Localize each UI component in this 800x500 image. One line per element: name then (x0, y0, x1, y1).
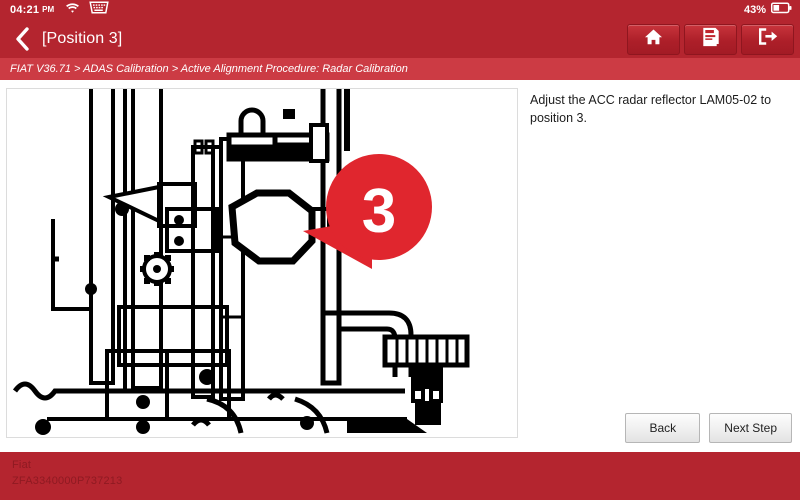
status-time: 04:21 (10, 3, 40, 16)
status-time-ampm: PM (42, 5, 55, 14)
status-battery-group: 43% (744, 1, 792, 19)
next-step-button[interactable]: Next Step (709, 413, 792, 443)
callout-number: 3 (362, 177, 396, 246)
battery-icon (770, 1, 792, 19)
app-root: 04:21 PM 43% [Position 3] FIAT V36.71 > … (0, 0, 800, 500)
exit-button[interactable] (741, 23, 794, 55)
toolbar-button-group (627, 23, 794, 55)
instruction-panel: Adjust the ACC radar reflector LAM05-02 … (518, 88, 800, 452)
exit-icon (757, 27, 778, 51)
calibration-diagram: 3 (12, 89, 470, 435)
report-document-icon (702, 27, 720, 52)
diagram-panel: 3 (6, 88, 518, 438)
status-icon-group (65, 1, 109, 19)
keyboard-icon (89, 1, 109, 19)
battery-percent-label: 43% (743, 3, 766, 16)
page-title: [Position 3] (42, 30, 123, 47)
back-chevron-icon[interactable] (10, 26, 34, 52)
back-button[interactable]: Back (625, 413, 701, 443)
report-button[interactable] (684, 23, 737, 55)
title-bar: [Position 3] (0, 20, 800, 58)
vin-label: ZFA3340000P737213 (12, 474, 123, 487)
footer-bar: Fiat ZFA3340000P737213 (0, 452, 800, 500)
home-button[interactable] (627, 23, 680, 55)
breadcrumb-text: FIAT V36.71 > ADAS Calibration > Active … (10, 63, 408, 75)
navigation-button-row: Back Next Step (625, 413, 792, 443)
instruction-text: Adjust the ACC radar reflector LAM05-02 … (530, 93, 772, 125)
breadcrumb: FIAT V36.71 > ADAS Calibration > Active … (0, 58, 800, 80)
content-area: 3 Adjust the ACC radar reflector LAM05-0… (0, 80, 800, 452)
home-icon (644, 28, 663, 51)
wifi-icon (65, 1, 80, 19)
vehicle-make-label: Fiat (12, 459, 32, 471)
status-bar: 04:21 PM 43% (0, 0, 800, 20)
